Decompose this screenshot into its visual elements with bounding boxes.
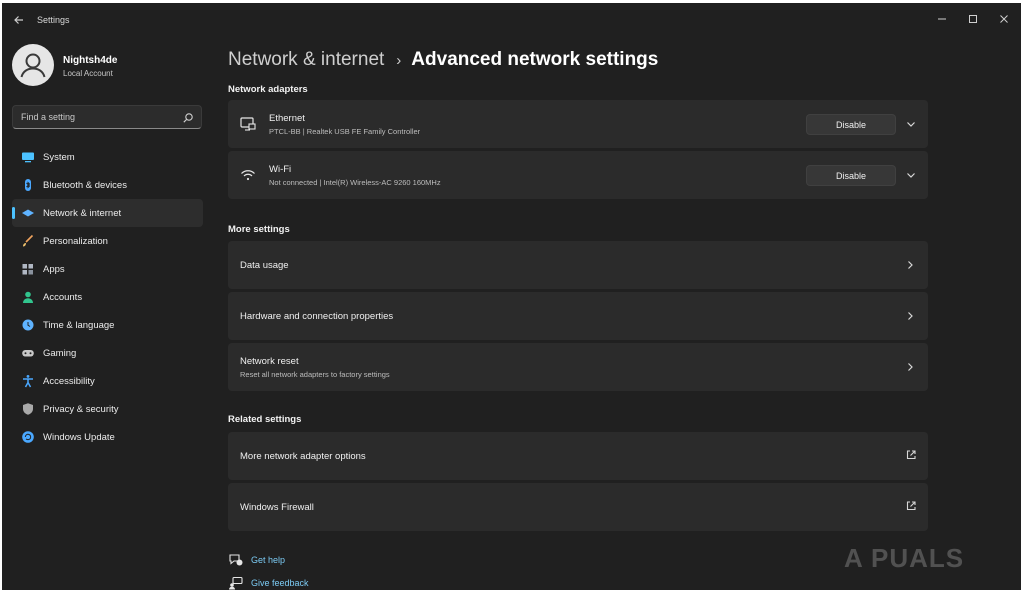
- page-title: Advanced network settings: [411, 49, 659, 70]
- setting-title: Network reset: [240, 356, 299, 367]
- person-icon: [21, 290, 35, 304]
- sidebar-item-bluetooth[interactable]: Bluetooth & devices: [12, 171, 203, 199]
- sidebar-item-windows-update[interactable]: Windows Update: [12, 423, 203, 451]
- external-link-icon: [905, 449, 917, 461]
- get-help-label: Get help: [251, 555, 286, 565]
- back-arrow-icon[interactable]: [10, 11, 28, 29]
- sidebar-item-label: Network & internet: [43, 208, 122, 219]
- adapter-name: Ethernet: [269, 113, 305, 124]
- disable-wifi-button[interactable]: Disable: [806, 165, 896, 186]
- give-feedback-link[interactable]: Give feedback: [228, 575, 309, 590]
- sidebar-item-label: Windows Update: [43, 432, 115, 443]
- window-title: Settings: [37, 15, 70, 25]
- adapter-description: PTCL-BB | Realtek USB FE Family Controll…: [269, 127, 421, 136]
- give-feedback-label: Give feedback: [251, 578, 309, 588]
- sidebar-item-label: Accounts: [43, 292, 83, 303]
- section-title-network-adapters: Network adapters: [228, 84, 308, 95]
- disable-ethernet-button[interactable]: Disable: [806, 114, 896, 135]
- sidebar-item-label: Bluetooth & devices: [43, 180, 127, 191]
- settings-window: Settings Nightsh4de Local Account Find a…: [2, 3, 1021, 590]
- user-profile[interactable]: Nightsh4de Local Account: [12, 43, 202, 93]
- title-bar: Settings: [2, 3, 1021, 37]
- close-button[interactable]: [987, 7, 1021, 31]
- search-placeholder: Find a setting: [21, 112, 76, 122]
- breadcrumb-parent-link[interactable]: Network & internet: [228, 49, 384, 71]
- sidebar-item-label: Privacy & security: [43, 404, 119, 415]
- search-icon[interactable]: [182, 111, 194, 123]
- chevron-right-icon: [904, 310, 916, 322]
- chevron-right-icon: [904, 361, 916, 373]
- globe-clock-icon: [21, 318, 35, 332]
- external-link-icon: [905, 500, 917, 512]
- section-title-related-settings: Related settings: [228, 414, 302, 425]
- shield-icon: [21, 402, 35, 416]
- adapter-card-ethernet[interactable]: Ethernet PTCL-BB | Realtek USB FE Family…: [228, 100, 928, 148]
- sidebar-item-system[interactable]: System: [12, 143, 203, 171]
- ethernet-icon: [239, 115, 257, 133]
- section-title-more-settings: More settings: [228, 224, 290, 235]
- breadcrumb: Network & internet › Advanced network se…: [228, 47, 658, 73]
- maximize-button[interactable]: [956, 7, 990, 31]
- sidebar-item-label: Gaming: [43, 348, 77, 359]
- bluetooth-icon: [21, 178, 35, 192]
- sidebar-item-apps[interactable]: Apps: [12, 255, 203, 283]
- avatar: [12, 44, 54, 86]
- adapter-card-wifi[interactable]: Wi-Fi Not connected | Intel(R) Wireless-…: [228, 151, 928, 199]
- wifi-diamond-icon: [21, 206, 35, 220]
- account-type: Local Account: [63, 69, 113, 78]
- sidebar-item-accessibility[interactable]: Accessibility: [12, 367, 203, 395]
- sidebar-item-label: System: [43, 152, 75, 163]
- get-help-link[interactable]: Get help: [228, 552, 285, 568]
- setting-title: More network adapter options: [240, 451, 366, 462]
- sidebar-nav: System Bluetooth & devices Network & int…: [12, 143, 203, 451]
- watermark-logo: A PUALS: [844, 539, 1014, 579]
- chevron-down-icon[interactable]: [905, 118, 917, 130]
- sidebar-item-label: Time & language: [43, 320, 115, 331]
- setting-title: Windows Firewall: [240, 502, 314, 513]
- sidebar-item-privacy[interactable]: Privacy & security: [12, 395, 203, 423]
- setting-title: Data usage: [240, 260, 289, 271]
- sidebar-item-time-language[interactable]: Time & language: [12, 311, 203, 339]
- sidebar-item-accounts[interactable]: Accounts: [12, 283, 203, 311]
- brush-icon: [21, 234, 35, 248]
- search-input[interactable]: Find a setting: [12, 105, 202, 129]
- setting-row-hardware-properties[interactable]: Hardware and connection properties: [228, 292, 928, 340]
- setting-title: Hardware and connection properties: [240, 311, 394, 322]
- accessibility-icon: [21, 374, 35, 388]
- link-row-more-adapter-options[interactable]: More network adapter options: [228, 432, 928, 480]
- setting-row-network-reset[interactable]: Network reset Reset all network adapters…: [228, 343, 928, 391]
- link-row-windows-firewall[interactable]: Windows Firewall: [228, 483, 928, 531]
- watermark-text: A PUALS: [844, 543, 965, 573]
- sidebar-item-network[interactable]: Network & internet: [12, 199, 203, 227]
- chevron-right-icon: [904, 259, 916, 271]
- setting-subtitle: Reset all network adapters to factory se…: [240, 370, 390, 379]
- sidebar-item-label: Personalization: [43, 236, 108, 247]
- help-chat-icon: [228, 553, 244, 567]
- sidebar-item-label: Apps: [43, 264, 65, 275]
- user-name: Nightsh4de: [63, 55, 118, 66]
- adapter-name: Wi-Fi: [269, 164, 292, 175]
- sidebar-item-gaming[interactable]: Gaming: [12, 339, 203, 367]
- person-silhouette-icon: [20, 53, 46, 78]
- update-icon: [21, 430, 35, 444]
- monitor-icon: [21, 150, 35, 164]
- wifi-icon: [239, 166, 257, 184]
- sidebar-item-label: Accessibility: [43, 376, 95, 387]
- feedback-icon: [228, 576, 244, 590]
- sidebar-item-personalization[interactable]: Personalization: [12, 227, 203, 255]
- minimize-button[interactable]: [925, 7, 959, 31]
- setting-row-data-usage[interactable]: Data usage: [228, 241, 928, 289]
- gamepad-icon: [21, 346, 35, 360]
- adapter-description: Not connected | Intel(R) Wireless-AC 926…: [269, 178, 441, 187]
- chevron-down-icon[interactable]: [905, 169, 917, 181]
- breadcrumb-separator: ›: [396, 51, 402, 69]
- apps-icon: [21, 262, 35, 276]
